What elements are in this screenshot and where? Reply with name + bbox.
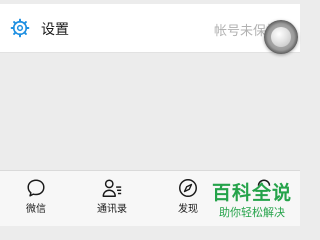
compass-icon	[179, 179, 197, 197]
tab-contacts[interactable]: 通讯录	[90, 171, 134, 226]
assistive-touch-button[interactable]	[264, 20, 298, 54]
tab-discover[interactable]: 发现	[168, 171, 208, 226]
chat-bubble-icon	[27, 179, 45, 197]
tab-wechat[interactable]: 微信	[15, 171, 57, 226]
settings-label: 设置	[41, 22, 69, 38]
contacts-icon	[102, 179, 122, 197]
watermark-subtitle: 助你轻松解决	[219, 206, 285, 219]
tab-contacts-label: 通讯录	[97, 204, 127, 215]
settings-row[interactable]: 设置 帐号未保护	[0, 4, 300, 52]
watermark-logo: 百科全说 助你轻松解决	[206, 178, 300, 225]
watermark-title: 百科全说	[212, 182, 293, 204]
gear-icon	[10, 18, 30, 38]
tab-discover-label: 发现	[178, 204, 198, 215]
tab-wechat-label: 微信	[26, 204, 46, 215]
